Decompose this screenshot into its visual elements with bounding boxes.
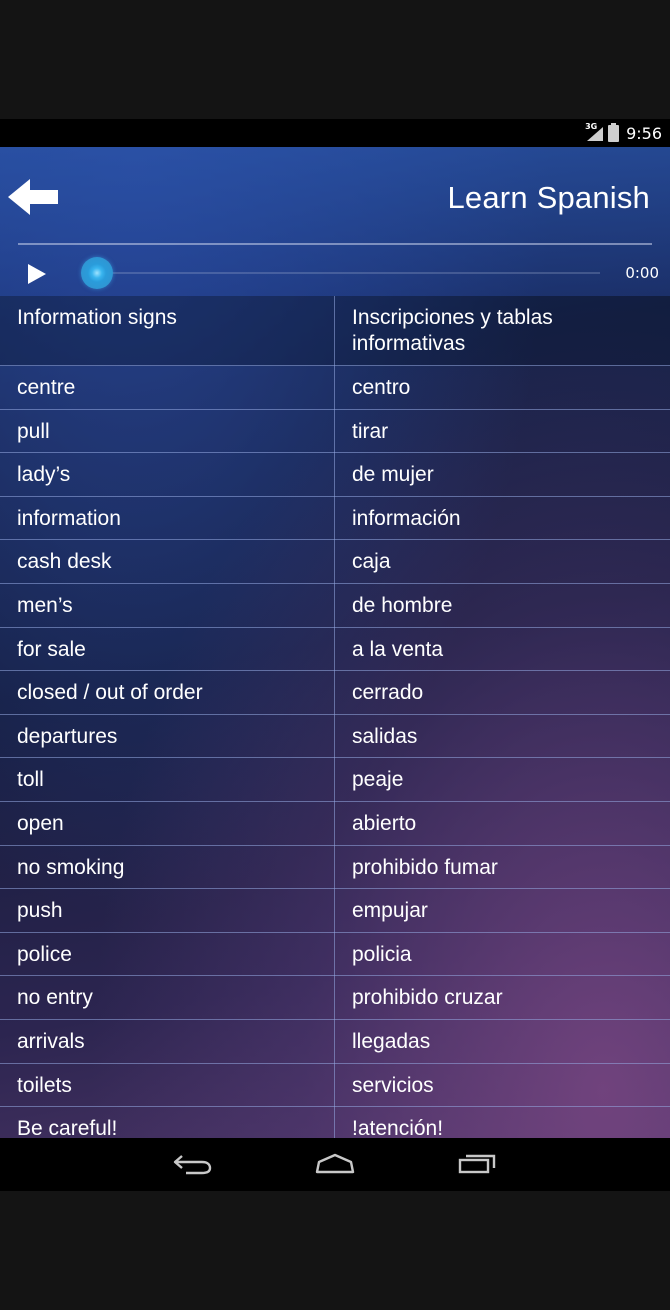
cell-english: closed / out of order	[17, 681, 203, 705]
battery-icon	[608, 122, 620, 142]
play-icon	[28, 264, 46, 284]
playback-time: 0:00	[625, 264, 659, 282]
cell-english: men’s	[17, 593, 73, 617]
cell-spanish: llegadas	[352, 1029, 431, 1053]
nav-back-button[interactable]	[172, 1150, 214, 1178]
table-rows: centre centro pull tirar lady’s de mujer infor…	[0, 366, 670, 1138]
cell-english: open	[17, 811, 64, 835]
cell-spanish: a la venta	[352, 637, 444, 661]
table-row[interactable]: no smoking prohibido fumar	[0, 846, 670, 890]
table-row[interactable]: departures salidas	[0, 715, 670, 759]
header-divider	[18, 243, 652, 245]
cell-english: cash desk	[17, 550, 112, 574]
nav-back-icon	[173, 1155, 212, 1175]
table-row[interactable]: pull tirar	[0, 410, 670, 454]
app-title: Learn Spanish	[447, 180, 650, 215]
cell-english: no smoking	[17, 855, 125, 879]
nav-home-icon	[315, 1153, 355, 1174]
table-row[interactable]: no entry prohibido cruzar	[0, 976, 670, 1020]
cell-english: for sale	[17, 637, 86, 661]
cell-spanish: cerrado	[352, 681, 424, 705]
cell-english: departures	[17, 724, 118, 748]
table-row[interactable]: toll peaje	[0, 758, 670, 802]
nav-recents-button[interactable]	[457, 1150, 499, 1178]
cell-spanish: tirar	[352, 419, 389, 443]
cell-spanish: información	[352, 506, 461, 530]
cell-spanish: centro	[352, 376, 411, 399]
cell-english: toilets	[17, 1073, 72, 1097]
nav-home-button[interactable]	[313, 1150, 357, 1178]
status-time: 9:56	[626, 123, 662, 143]
table-row[interactable]: Be careful! !atención!	[0, 1107, 670, 1138]
cell-english: toll	[17, 768, 44, 792]
device-frame: 3G 9:56 Learn Spanish 0:00 Information s…	[0, 0, 670, 1310]
signal-icon: 3G	[585, 122, 604, 141]
cell-spanish: caja	[352, 550, 391, 574]
cell-spanish: empujar	[352, 899, 428, 923]
cell-spanish: !atención!	[352, 1117, 444, 1138]
table-header-row[interactable]: Information signs Inscripciones y tablas…	[0, 296, 670, 366]
table-row[interactable]: lady’s de mujer	[0, 453, 670, 497]
app-screen: Learn Spanish 0:00 Information signs Ins…	[0, 147, 670, 1138]
cell-english: lady’s	[17, 463, 71, 487]
nav-recents-icon	[458, 1154, 496, 1174]
cell-english: centre	[17, 376, 76, 399]
cell-english: no entry	[17, 986, 93, 1010]
cell-english: police	[17, 942, 72, 966]
cell-english: arrivals	[17, 1029, 85, 1053]
seek-bar[interactable]	[96, 272, 600, 274]
cell-english: Be careful!	[17, 1117, 118, 1138]
cell-spanish: peaje	[352, 768, 404, 792]
cell-spanish: salidas	[352, 724, 418, 748]
cell-spanish: abierto	[352, 811, 417, 835]
app-header: Learn Spanish 0:00	[0, 147, 670, 296]
cell-spanish: prohibido fumar	[352, 855, 498, 879]
column-divider	[334, 296, 335, 1138]
play-button[interactable]	[26, 262, 48, 286]
table-row[interactable]: information información	[0, 497, 670, 541]
seek-thumb[interactable]	[81, 257, 113, 289]
table-row[interactable]: toilets servicios	[0, 1064, 670, 1108]
cell-spanish: de hombre	[352, 593, 453, 617]
header-spanish: Inscripciones y tablas informativas	[352, 306, 553, 355]
header-english: Information signs	[17, 306, 177, 329]
cell-spanish: policia	[352, 942, 412, 966]
status-bar: 3G 9:56	[0, 119, 670, 147]
cell-spanish: de mujer	[352, 463, 434, 487]
table-row[interactable]: arrivals llegadas	[0, 1020, 670, 1064]
cell-english: push	[17, 899, 63, 923]
cell-spanish: servicios	[352, 1073, 434, 1097]
phrase-table: Information signs Inscripciones y tablas…	[0, 296, 670, 1138]
status-icons: 3G 9:56	[585, 122, 662, 143]
table-row[interactable]: closed / out of order cerrado	[0, 671, 670, 715]
table-row[interactable]: men’s de hombre	[0, 584, 670, 628]
table-row[interactable]: centre centro	[0, 366, 670, 410]
table-row[interactable]: for sale a la venta	[0, 628, 670, 672]
back-arrow-icon	[8, 179, 58, 215]
table-row[interactable]: push empujar	[0, 889, 670, 933]
cell-english: pull	[17, 419, 50, 443]
back-button[interactable]	[8, 177, 62, 217]
cell-spanish: prohibido cruzar	[352, 986, 503, 1010]
table-row[interactable]: cash desk caja	[0, 540, 670, 584]
navigation-bar	[0, 1138, 670, 1191]
cell-english: information	[17, 506, 121, 530]
table-row[interactable]: police policia	[0, 933, 670, 977]
table-row[interactable]: open abierto	[0, 802, 670, 846]
